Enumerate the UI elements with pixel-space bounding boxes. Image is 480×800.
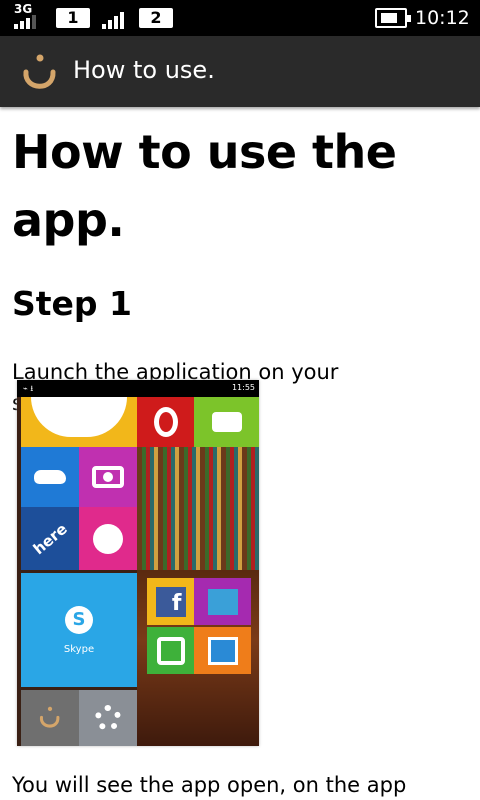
clock-tile	[21, 397, 137, 447]
page-heading: How to use the app.	[12, 125, 397, 247]
status-bar: 3G 1 2 10:12	[0, 0, 480, 36]
sim1-badge: 1	[56, 8, 90, 28]
action-bar: How to use.	[0, 36, 480, 107]
sim2-badge: 2	[139, 8, 173, 28]
camera-tile	[79, 447, 137, 507]
here-maps-tile: here	[21, 507, 79, 570]
action-bar-title: How to use.	[73, 56, 215, 84]
step-title: Step 1	[12, 284, 132, 323]
app-tile	[21, 690, 79, 746]
opera-tile	[137, 397, 194, 447]
battery-charging-icon	[375, 8, 411, 28]
calendar-tile	[194, 627, 251, 674]
smiley-tile	[79, 507, 137, 570]
next-step-text: You will see the app open, on the app	[12, 773, 407, 797]
article-content: How to use the app. Step 1 Launch the ap…	[12, 118, 468, 419]
instagram-tile	[147, 627, 194, 674]
phone-screenshot-figure: ⌁ ⭳ 11:55 here S Skype f	[17, 380, 259, 746]
nun-letter-logo-icon[interactable]	[22, 50, 58, 96]
settings-tile	[79, 690, 137, 746]
figure-status-bar: ⌁ ⭳ 11:55	[17, 380, 259, 397]
twitter-tile	[194, 578, 251, 625]
skype-tile: S Skype	[21, 573, 137, 687]
status-clock: 10:12	[415, 7, 470, 29]
facebook-tile: f	[147, 578, 194, 625]
signal-icon	[102, 12, 124, 29]
signal-icon	[14, 14, 36, 29]
onedrive-tile	[21, 447, 79, 507]
messages-tile	[194, 397, 259, 447]
figure-status-time: 11:55	[231, 383, 255, 392]
photos-tile	[137, 447, 259, 570]
